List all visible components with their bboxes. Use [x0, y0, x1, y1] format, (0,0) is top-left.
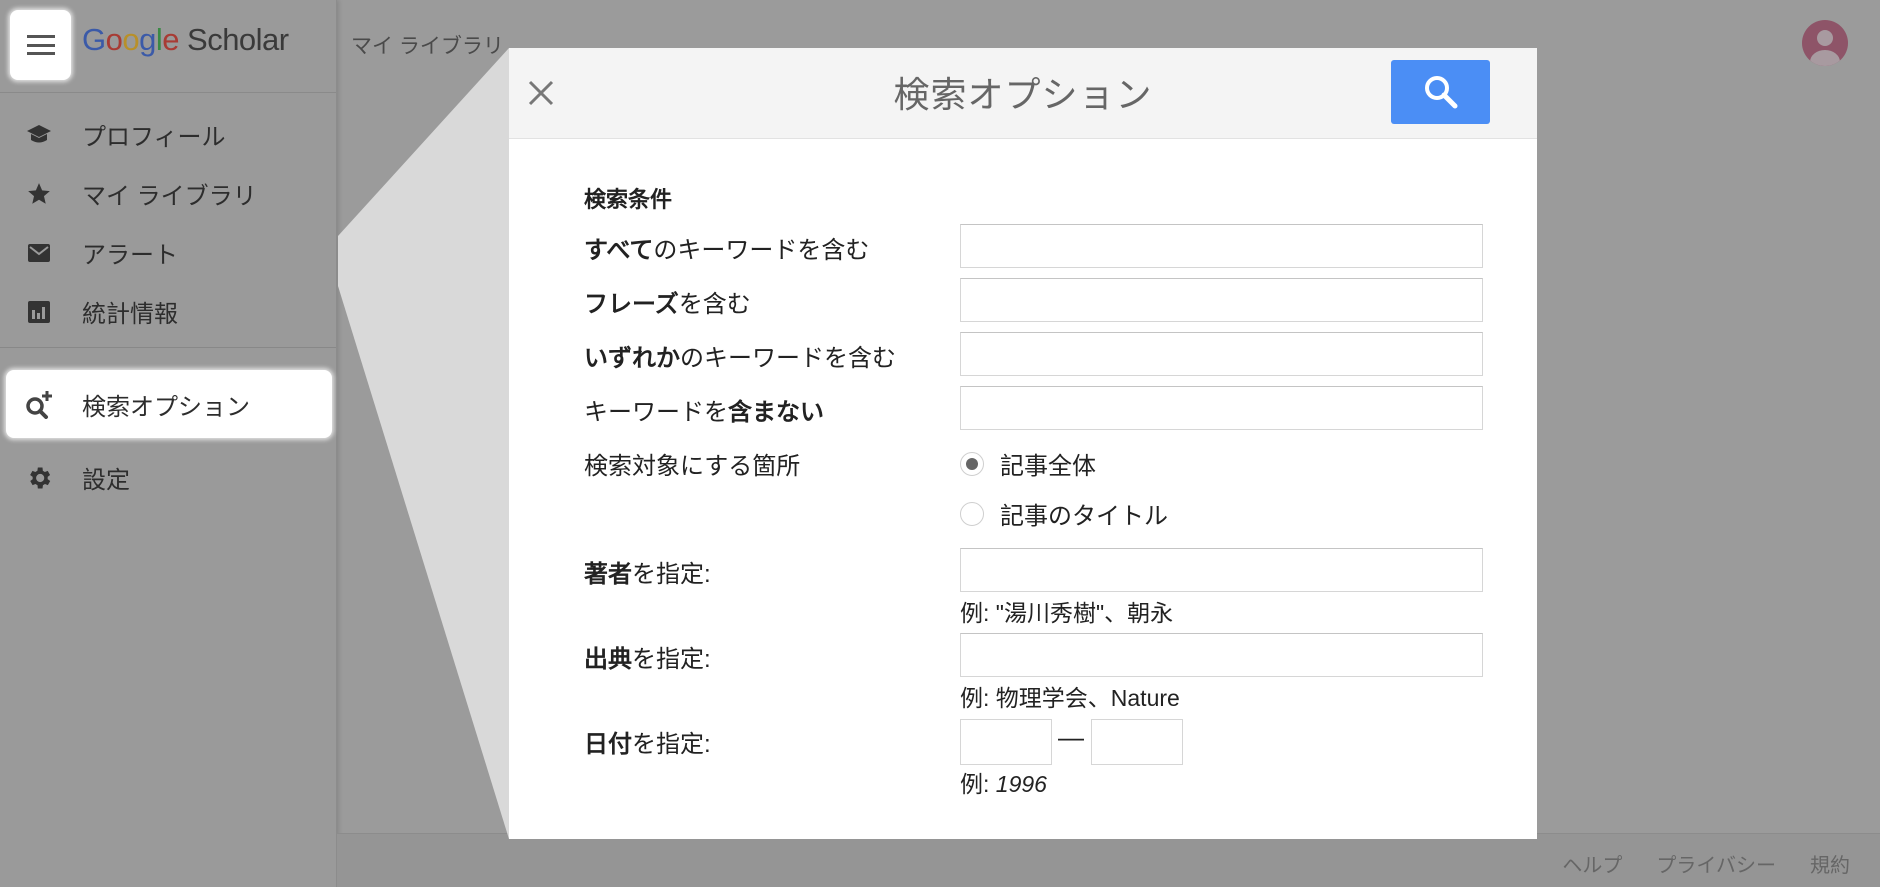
logo-product-name: Scholar: [187, 22, 289, 57]
sidebar-item-settings[interactable]: 設定: [0, 448, 336, 507]
label-bold: 含まない: [728, 399, 824, 426]
menu-button[interactable]: [10, 10, 71, 80]
any-words-label: いずれかのキーワードを含む: [584, 338, 896, 373]
source-input[interactable]: [960, 633, 1483, 677]
scope-option-anywhere[interactable]: 記事全体: [960, 446, 1096, 481]
spotlight-wedge-shape: [338, 48, 509, 839]
author-input[interactable]: [960, 548, 1483, 592]
date-separator: —: [1058, 722, 1084, 752]
logo-letter: G: [82, 22, 106, 57]
sidebar-item-label: 検索オプション: [82, 393, 250, 421]
sidebar: Google Scholar プロフィール マイ ライブラリ アラート 統計情報…: [0, 0, 337, 887]
label-bold: 著者: [584, 561, 632, 588]
sidebar-item-label: プロフィール: [82, 124, 226, 151]
radio-selected[interactable]: [960, 451, 984, 476]
star-icon: [24, 179, 54, 209]
bar-chart-icon: [24, 297, 54, 327]
sidebar-settings-group: 設定: [0, 448, 336, 507]
source-label: 出典を指定:: [584, 639, 711, 674]
footer-link-privacy[interactable]: プライバシー: [1656, 849, 1776, 878]
avatar-body-shape: [1810, 50, 1840, 66]
footer-links: ヘルプ プライバシー 規約: [1562, 849, 1850, 878]
label-text: キーワードを: [584, 399, 728, 426]
radio-label: 記事全体: [1000, 453, 1096, 480]
logo-letter: e: [162, 22, 180, 57]
label-bold: 出典: [584, 646, 632, 673]
any-words-input[interactable]: [960, 332, 1483, 376]
exact-phrase-input[interactable]: [960, 278, 1483, 322]
sidebar-item-profile[interactable]: プロフィール: [0, 105, 336, 164]
sidebar-item-alerts[interactable]: アラート: [0, 223, 336, 282]
logo-letter: o: [122, 22, 140, 57]
label-bold: いずれか: [584, 345, 680, 372]
radio-unselected[interactable]: [960, 501, 984, 526]
scope-label: 検索対象にする箇所: [584, 453, 801, 480]
radio-label: 記事のタイトル: [1000, 503, 1168, 530]
date-from-input[interactable]: [960, 719, 1052, 765]
label-text: を指定:: [632, 731, 711, 758]
sidebar-item-label: 統計情報: [82, 301, 178, 328]
envelope-icon: [24, 238, 54, 268]
exact-phrase-label: フレーズを含む: [584, 284, 751, 319]
hint-prefix: 例:: [960, 771, 996, 797]
dialog-header: 検索オプション: [509, 48, 1537, 139]
label-bold: すべて: [584, 237, 654, 264]
date-to-input[interactable]: [1091, 719, 1183, 765]
search-plus-icon: [24, 389, 54, 419]
header-my-library-link[interactable]: マイ ライブラリ: [351, 30, 504, 60]
sidebar-item-advanced-search[interactable]: 検索オプション: [6, 370, 332, 438]
label-bold: フレーズ: [584, 291, 679, 318]
divider: [0, 347, 336, 348]
search-button[interactable]: [1391, 60, 1490, 124]
hint-example-year: 1996: [995, 771, 1047, 797]
sidebar-nav: プロフィール マイ ライブラリ アラート 統計情報: [0, 105, 336, 354]
search-icon: [1424, 76, 1457, 109]
sidebar-item-label: マイ ライブラリ: [82, 183, 257, 210]
gear-icon: [24, 463, 54, 493]
graduation-cap-icon: [24, 120, 54, 150]
date-hint: 例: 1996: [960, 765, 1047, 799]
sidebar-item-label: 設定: [82, 467, 130, 494]
sidebar-item-metrics[interactable]: 統計情報: [0, 282, 336, 341]
sidebar-item-label: アラート: [82, 242, 178, 269]
label-text: を指定:: [632, 561, 711, 588]
logo-letter: o: [105, 22, 123, 57]
sidebar-item-my-library[interactable]: マイ ライブラリ: [0, 164, 336, 223]
avatar-head-shape: [1817, 30, 1833, 46]
logo-letter: g: [139, 22, 156, 57]
scope-option-title[interactable]: 記事のタイトル: [960, 496, 1168, 531]
label-text: のキーワードを含む: [653, 237, 870, 264]
date-label: 日付を指定:: [584, 724, 711, 759]
section-title: 検索条件: [584, 187, 673, 212]
all-words-input[interactable]: [960, 224, 1483, 268]
without-words-label: キーワードを含まない: [584, 392, 824, 427]
hamburger-icon: [26, 35, 55, 55]
google-scholar-logo[interactable]: Google Scholar: [82, 22, 289, 58]
footer-link-terms[interactable]: 規約: [1810, 849, 1850, 878]
without-words-input[interactable]: [960, 386, 1483, 430]
label-text: を指定:: [632, 646, 711, 673]
all-words-label: すべてのキーワードを含む: [584, 230, 869, 265]
label-text: を含む: [678, 291, 751, 318]
label-text: のキーワードを含む: [680, 345, 896, 372]
footer-link-help[interactable]: ヘルプ: [1562, 849, 1622, 878]
sidebar-header: Google Scholar: [0, 0, 336, 93]
source-hint: 例: 物理学会、Nature: [960, 685, 1180, 711]
author-label: 著者を指定:: [584, 554, 711, 589]
advanced-search-dialog: 検索オプション 検索条件 すべてのキーワードを含む フレーズを含む いずれかのキ…: [509, 48, 1537, 839]
dialog-title: 検索オプション: [893, 74, 1153, 115]
author-hint: 例: "湯川秀樹"、朝永: [960, 600, 1174, 626]
label-bold: 日付: [584, 731, 632, 758]
account-avatar[interactable]: [1802, 20, 1848, 66]
